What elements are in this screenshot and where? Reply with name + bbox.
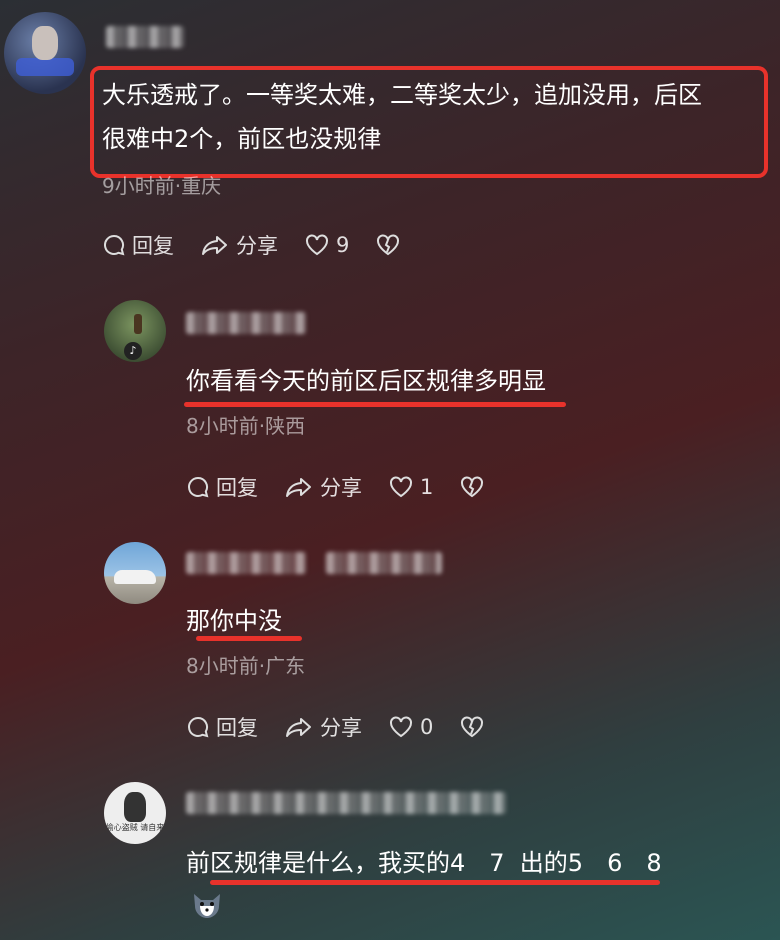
reply-button[interactable]: 回复 [186, 472, 258, 502]
share-label: 分享 [320, 716, 362, 740]
comment-text: 很难中2个，前区也没规律 [102, 125, 382, 153]
reply-icon [188, 716, 209, 738]
reply-button[interactable]: 回复 [186, 712, 258, 742]
heart-icon [390, 716, 412, 738]
dislike-button[interactable] [375, 233, 407, 257]
like-button[interactable]: 9 [304, 233, 349, 257]
heart-icon [390, 476, 412, 498]
reply-button[interactable]: 回复 [102, 230, 174, 260]
comment-meta: 8小时前·陕西 [186, 414, 306, 438]
husky-emoji-icon [190, 890, 224, 920]
like-count: 1 [420, 475, 434, 499]
comment-meta: 9小时前·重庆 [102, 174, 222, 198]
comment-actions: 回复 分享 0 [186, 712, 517, 742]
share-button[interactable]: 分享 [284, 712, 362, 742]
username-blurred[interactable] [186, 792, 506, 814]
comment-text: 那你中没 [186, 607, 282, 635]
avatar[interactable]: 偷心盗贼 请自来 [104, 782, 166, 844]
share-label: 分享 [236, 234, 278, 258]
username-blurred[interactable] [186, 552, 306, 574]
share-button[interactable]: 分享 [200, 230, 278, 260]
comment-text: 大乐透戒了。一等奖太难，二等奖太少，追加没用，后区 [102, 81, 702, 109]
reply-label: 回复 [216, 716, 258, 740]
comment-actions: 回复 分享 1 [186, 472, 517, 502]
broken-heart-icon [461, 476, 484, 498]
reply-label: 回复 [216, 476, 258, 500]
text-underline [196, 636, 302, 641]
dislike-button[interactable] [459, 715, 491, 739]
like-button[interactable]: 1 [388, 475, 433, 499]
avatar[interactable] [4, 12, 86, 94]
reply-icon [188, 476, 209, 498]
like-count: 9 [336, 233, 350, 257]
text-underline [184, 402, 566, 407]
share-icon [202, 236, 227, 255]
text-underline [210, 880, 660, 885]
username-blurred[interactable] [106, 26, 184, 48]
comment-meta: 8小时前·广东 [186, 654, 306, 678]
tiktok-badge-icon: ♪ [124, 342, 142, 360]
like-count: 0 [420, 715, 434, 739]
broken-heart-icon [461, 716, 484, 738]
comment-text: 前区规律是什么，我买的4 7 出的5 6 8 [186, 849, 662, 877]
comment-text: 你看看今天的前区后区规律多明显 [186, 367, 546, 395]
comment-actions: 回复 分享 9 [102, 230, 433, 260]
share-icon [286, 478, 311, 497]
heart-icon [306, 234, 328, 256]
share-icon [286, 718, 311, 737]
reply-label: 回复 [132, 234, 174, 258]
avatar[interactable] [104, 542, 166, 604]
broken-heart-icon [377, 234, 400, 256]
share-label: 分享 [320, 476, 362, 500]
username-blurred[interactable] [326, 552, 442, 574]
share-button[interactable]: 分享 [284, 472, 362, 502]
dislike-button[interactable] [459, 475, 491, 499]
reply-icon [104, 234, 125, 256]
avatar-caption: 偷心盗贼 请自来 [105, 823, 165, 832]
username-blurred[interactable] [186, 312, 306, 334]
like-button[interactable]: 0 [388, 715, 433, 739]
